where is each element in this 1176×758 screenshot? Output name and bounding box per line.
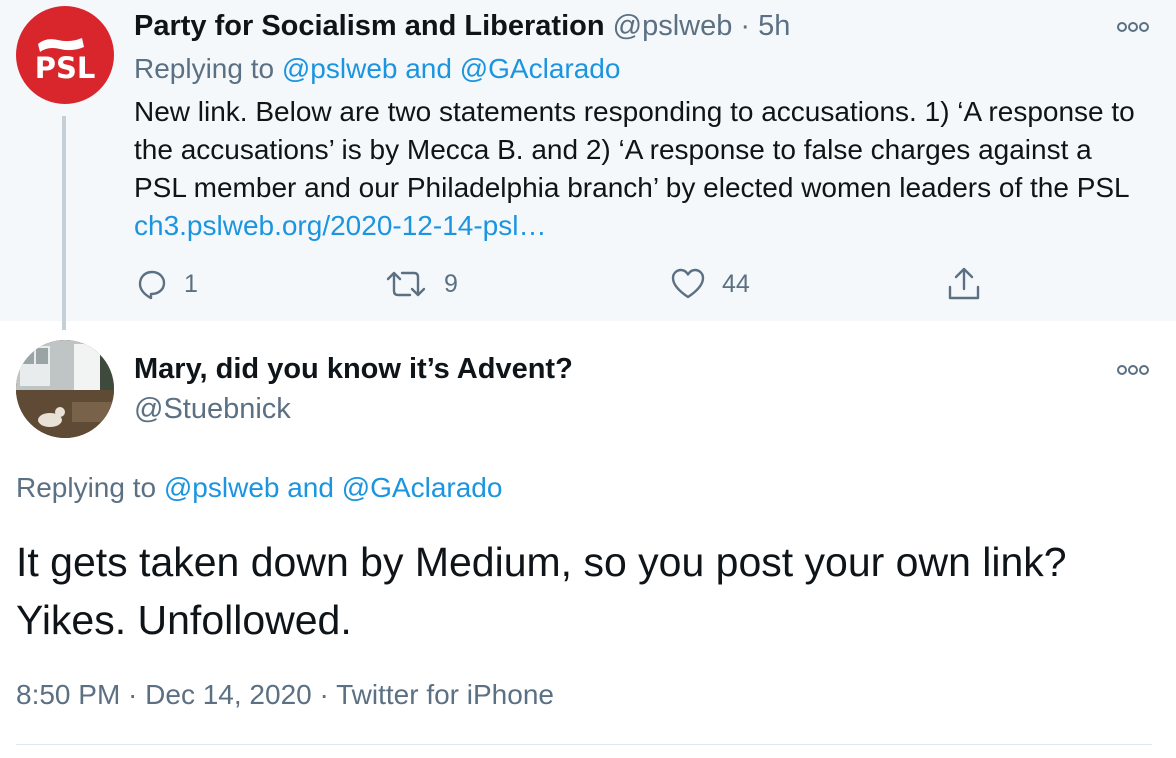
more-icon: [1117, 365, 1149, 375]
reply-author-name[interactable]: Mary, did you know it’s Advent?: [134, 353, 573, 386]
reply-tweet-body: It gets taken down by Medium, so you pos…: [16, 533, 1166, 649]
user-avatar-photo: [16, 340, 114, 438]
divider: [16, 744, 1152, 745]
tweet-link[interactable]: ch3.pslweb.org/2020-12-14-psl…: [134, 210, 546, 241]
retweet-count: 9: [444, 269, 458, 298]
replying-prefix: Replying to: [134, 53, 275, 84]
parent-tweet[interactable]: PSL Party for Socialism and Liberation @…: [0, 0, 1176, 330]
like-count: 44: [722, 269, 750, 298]
reply-button[interactable]: 1: [134, 264, 198, 304]
replying-mentions-link[interactable]: @pslweb and @GAclarado: [164, 472, 503, 503]
like-icon: [671, 268, 705, 299]
author-handle[interactable]: @pslweb: [613, 10, 733, 42]
replying-mentions-link[interactable]: @pslweb and @GAclarado: [282, 53, 621, 84]
reply-text-line-1: It gets taken down by Medium, so you pos…: [16, 539, 1067, 585]
reply-more-options-button[interactable]: [1116, 362, 1150, 378]
reply-icon: [138, 270, 166, 300]
thread-line: [62, 116, 66, 330]
like-button[interactable]: 44: [670, 264, 750, 304]
reply-count: 1: [184, 269, 198, 298]
user-avatar[interactable]: [16, 340, 114, 438]
reply-author-handle[interactable]: @Stuebnick: [134, 393, 291, 426]
share-button[interactable]: [946, 264, 982, 304]
tweet-time[interactable]: 5h: [758, 10, 790, 42]
more-icon: [1117, 22, 1149, 32]
author-name[interactable]: Party for Socialism and Liberation: [134, 10, 605, 42]
psl-avatar[interactable]: PSL: [16, 6, 114, 104]
psl-logo: PSL: [35, 38, 96, 85]
retweet-button[interactable]: 9: [384, 264, 458, 304]
more-options-button[interactable]: [1116, 19, 1150, 35]
parent-tweet-text: New link. Below are two statements respo…: [134, 96, 1135, 203]
psl-logo-text: PSL: [35, 51, 96, 85]
separator-dot: ·: [740, 10, 751, 42]
tweet-timestamp-source[interactable]: 8:50 PM · Dec 14, 2020 · Twitter for iPh…: [16, 679, 554, 711]
parent-tweet-body: New link. Below are two statements respo…: [134, 93, 1144, 245]
parent-replying-to: Replying to @pslweb and @GAclarado: [134, 53, 620, 85]
share-icon: [948, 267, 980, 300]
parent-tweet-header: Party for Socialism and Liberation @pslw…: [134, 10, 790, 43]
replying-prefix: Replying to: [16, 472, 157, 503]
retweet-icon: [386, 271, 426, 297]
reply-text-line-2: Yikes. Unfollowed.: [16, 597, 352, 643]
reply-replying-to: Replying to @pslweb and @GAclarado: [16, 472, 502, 504]
